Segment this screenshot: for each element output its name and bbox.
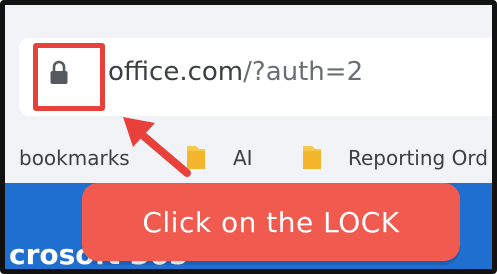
folder-icon — [187, 146, 205, 169]
callout-text: Click on the LOCK — [142, 205, 400, 239]
instruction-callout: Click on the LOCK — [82, 183, 460, 261]
screenshot-frame: office.com/?auth=2 bookmarks AI Reportin… — [0, 0, 497, 274]
lock-highlight-box — [33, 43, 105, 111]
url-domain: office.com — [108, 57, 244, 87]
bookmark-item-reporting[interactable]: Reporting Ord — [348, 146, 488, 170]
url-path: /?auth=2 — [243, 57, 364, 87]
folder-icon — [303, 146, 321, 169]
url-text[interactable]: office.com/?auth=2 — [108, 57, 363, 87]
bookmark-item-bookmarks[interactable]: bookmarks — [19, 146, 130, 170]
bookmark-item-ai[interactable]: AI — [233, 146, 253, 170]
